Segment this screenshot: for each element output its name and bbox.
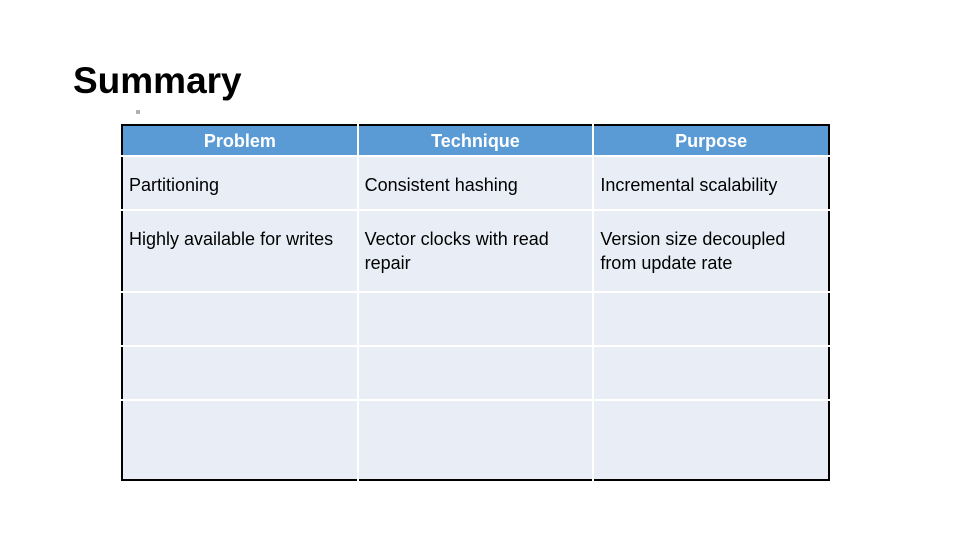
table-cell: Partitioning xyxy=(122,155,359,211)
header-purpose: Purpose xyxy=(592,125,829,157)
table-cell xyxy=(356,399,595,480)
slide-title: Summary xyxy=(73,60,242,101)
table-cell: Highly available for writes xyxy=(122,209,359,293)
table-cell xyxy=(592,345,829,401)
table-cell xyxy=(356,345,595,401)
table-cell: Consistent hashing xyxy=(356,155,595,211)
summary-table: Problem Technique Purpose Partitioning C… xyxy=(121,124,830,481)
table-cell xyxy=(122,345,359,401)
header-problem: Problem xyxy=(122,125,359,157)
table-header-row: Problem Technique Purpose xyxy=(122,125,829,157)
bullet-marker xyxy=(136,110,140,114)
table-row xyxy=(122,291,829,347)
table-row xyxy=(122,345,829,401)
table-cell: Version size decoupled from update rate xyxy=(592,209,829,293)
table-cell xyxy=(592,291,829,347)
table-cell xyxy=(356,291,595,347)
table-cell xyxy=(122,291,359,347)
table-cell: Incremental scalability xyxy=(592,155,829,211)
table-row xyxy=(122,399,829,480)
table-row: Highly available for writes Vector clock… xyxy=(122,209,829,293)
table-cell xyxy=(592,399,829,480)
header-technique: Technique xyxy=(356,125,595,157)
table-cell: Vector clocks with read repair xyxy=(356,209,595,293)
table-cell xyxy=(122,399,359,480)
table-row: Partitioning Consistent hashing Incremen… xyxy=(122,155,829,211)
